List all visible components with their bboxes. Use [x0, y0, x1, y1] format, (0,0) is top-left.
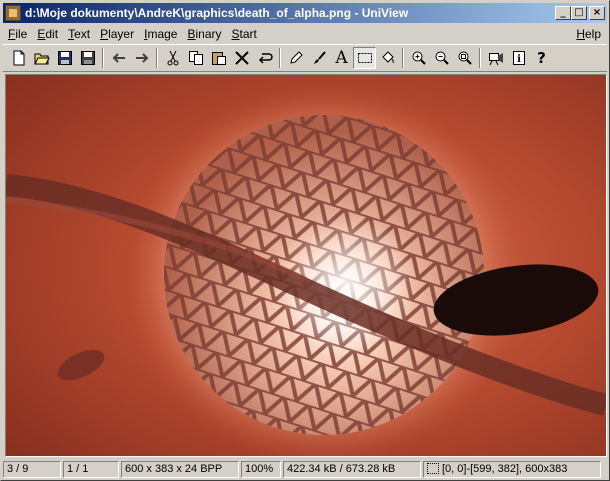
delete-icon[interactable] [230, 47, 253, 69]
info-icon[interactable]: i [507, 47, 530, 69]
status-position: 3 / 9 [3, 460, 61, 478]
text-icon[interactable]: A [330, 47, 353, 69]
undo-icon[interactable] [253, 47, 276, 69]
svg-text:i: i [517, 54, 521, 65]
status-size: 422.34 kB / 673.28 kB [283, 460, 421, 478]
select-rect-icon[interactable] [353, 47, 376, 69]
zoom-fit-icon[interactable] [453, 47, 476, 69]
close-button[interactable]: × [589, 6, 605, 20]
new-icon[interactable] [7, 47, 30, 69]
back-icon[interactable] [107, 47, 130, 69]
status-page: 1 / 1 [63, 460, 119, 478]
image-canvas [6, 75, 606, 456]
slideshow-icon[interactable] [484, 47, 507, 69]
toolbar-separator [402, 48, 404, 68]
toolbar-separator [479, 48, 481, 68]
zoom-in-icon[interactable] [407, 47, 430, 69]
status-selection: [0, 0]-[599, 382], 600x383 [442, 462, 568, 475]
menu-edit[interactable]: Edit [32, 27, 63, 41]
fill-icon[interactable] [376, 47, 399, 69]
status-bar: 3 / 9 1 / 1 600 x 383 x 24 BPP 100% 422.… [3, 459, 607, 479]
help-icon[interactable]: ? [530, 47, 553, 69]
menu-file[interactable]: File [3, 27, 32, 41]
menu-player[interactable]: Player [95, 27, 139, 41]
maximize-button[interactable]: □ [571, 6, 587, 20]
menu-bar: File Edit Text Player Image Binary Start… [3, 24, 607, 43]
save-icon[interactable] [53, 47, 76, 69]
copy-icon[interactable] [184, 47, 207, 69]
brush-icon[interactable] [307, 47, 330, 69]
toolbar-separator [279, 48, 281, 68]
selection-icon [427, 462, 439, 474]
toolbar-separator [102, 48, 104, 68]
window-title: d:\Moje dokumenty\AndreK\graphics\death_… [25, 6, 409, 20]
forward-icon[interactable] [130, 47, 153, 69]
toolbar-separator [156, 48, 158, 68]
minimize-button[interactable]: _ [555, 6, 571, 20]
image-viewport[interactable] [5, 74, 607, 457]
menu-text[interactable]: Text [63, 27, 95, 41]
pencil-icon[interactable] [284, 47, 307, 69]
cut-icon[interactable] [161, 47, 184, 69]
paste-icon[interactable] [207, 47, 230, 69]
status-selection-cell: [0, 0]-[599, 382], 600x383 [423, 460, 601, 478]
menu-start[interactable]: Start [227, 27, 262, 41]
app-icon[interactable] [5, 5, 21, 21]
status-dimensions: 600 x 383 x 24 BPP [121, 460, 239, 478]
app-window: d:\Moje dokumenty\AndreK\graphics\death_… [0, 0, 610, 481]
save-all-icon[interactable] [76, 47, 99, 69]
status-zoom: 100% [241, 460, 281, 478]
toolbar: A i ? [3, 44, 607, 72]
menu-help[interactable]: Help [571, 27, 607, 41]
open-icon[interactable] [30, 47, 53, 69]
zoom-out-icon[interactable] [430, 47, 453, 69]
menu-image[interactable]: Image [139, 27, 182, 41]
menu-binary[interactable]: Binary [182, 27, 226, 41]
title-bar[interactable]: d:\Moje dokumenty\AndreK\graphics\death_… [3, 3, 607, 23]
